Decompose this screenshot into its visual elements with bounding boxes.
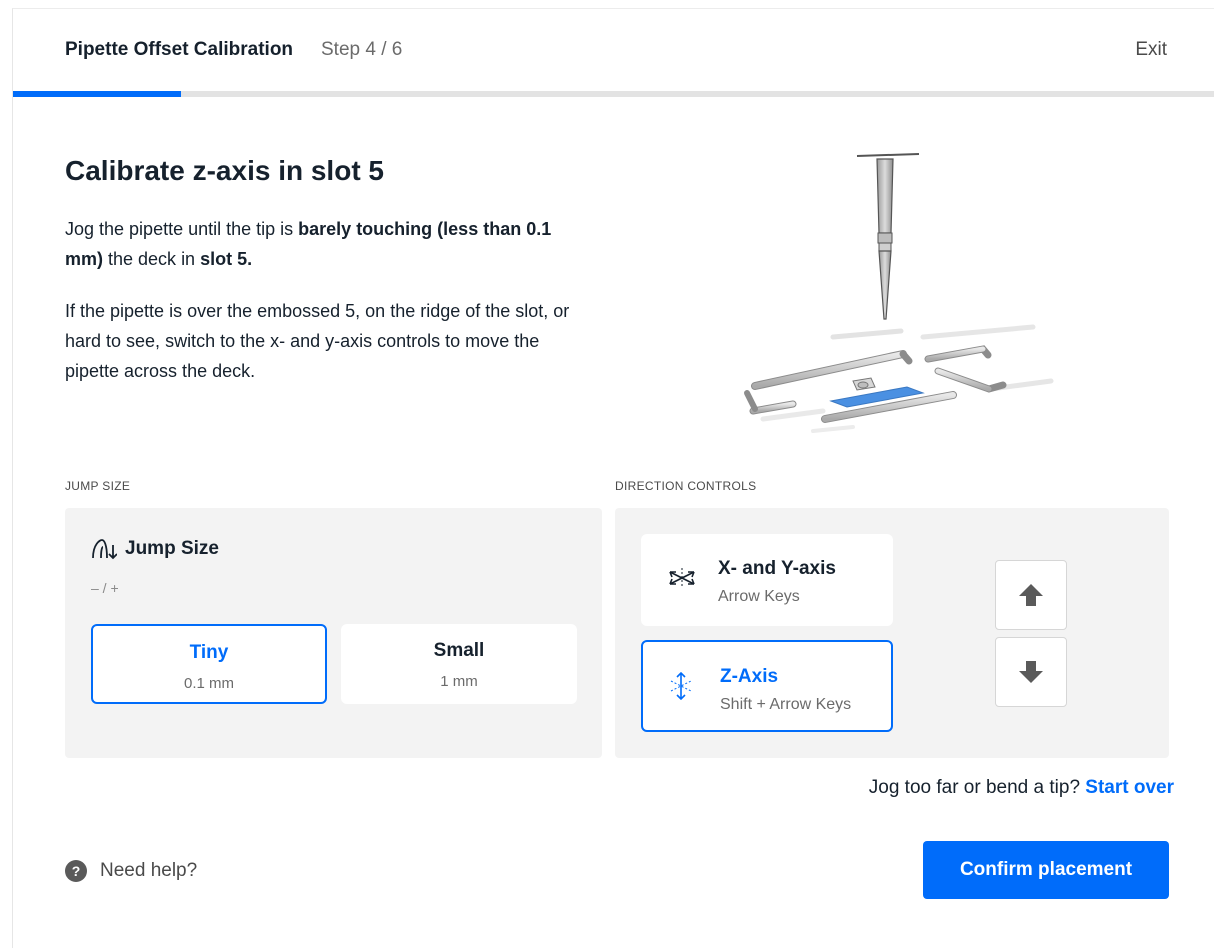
jog-up-button[interactable] [995,560,1067,630]
arrow-down-icon [1019,661,1043,683]
mode-name: Z-Axis [720,666,779,687]
instruction-text: the deck in [103,249,201,269]
jump-size-header: Jump Size [91,538,219,560]
jump-size-panel: Jump Size – / + Tiny 0.1 mm Small 1 mm [65,508,602,758]
calibration-modal: Pipette Offset Calibration Step 4 / 6 Ex… [12,8,1214,948]
pipette-deck-illustration [744,153,1054,433]
jump-size-option-small[interactable]: Small 1 mm [341,624,577,704]
start-over-link[interactable]: Start over [1085,777,1174,798]
need-help-link[interactable]: ? Need help? [65,860,197,882]
jump-option-name: Tiny [189,642,229,663]
xy-axis-mode-button[interactable]: X- and Y-axis Arrow Keys [641,534,893,626]
jump-size-section-label: JUMP SIZE [65,479,131,493]
arrow-up-icon [1019,584,1043,606]
exit-button[interactable]: Exit [1135,39,1167,61]
direction-section-label: DIRECTION CONTROLS [615,479,757,493]
help-icon: ? [65,860,87,882]
jump-option-value: 0.1 mm [183,675,234,692]
z-axis-icon [670,672,692,700]
mode-keys: Shift + Arrow Keys [720,696,852,713]
jog-down-button[interactable] [995,637,1067,707]
step-indicator: Step 4 / 6 [321,39,403,60]
jump-option-value: 1 mm [440,673,478,690]
progress-fill [13,91,182,97]
xy-axis-icon [669,568,695,588]
confirm-placement-button[interactable]: Confirm placement [923,841,1169,899]
z-axis-mode-button[interactable]: Z-Axis Shift + Arrow Keys [641,640,893,732]
direction-controls-panel: X- and Y-axis Arrow Keys Z-Axis Shift + … [615,508,1169,758]
step-heading: Calibrate z-axis in slot 5 [65,155,384,186]
jump-size-title: Jump Size [125,538,219,559]
start-over-row: Jog too far or bend a tip? Start over [869,777,1174,799]
mode-name: X- and Y-axis [718,558,836,579]
jump-size-icon [92,539,117,560]
instruction-text: Jog the pipette until the tip is [65,219,299,239]
start-over-prompt: Jog too far or bend a tip? [868,777,1081,798]
progress-bar [13,91,1214,97]
mode-keys: Arrow Keys [718,588,800,605]
instruction-paragraph: Jog the pipette until the tip is barely … [65,214,585,274]
modal-header: Pipette Offset Calibration Step 4 / 6 Ex… [13,9,1214,91]
jump-size-shortcut: – / + [91,580,119,596]
jump-size-option-tiny[interactable]: Tiny 0.1 mm [91,624,327,704]
hint-paragraph: If the pipette is over the embossed 5, o… [65,301,570,381]
need-help-label: Need help? [100,860,198,881]
instruction-slot: slot 5. [200,249,253,269]
modal-title: Pipette Offset Calibration [65,39,294,60]
jump-option-name: Small [433,640,485,661]
